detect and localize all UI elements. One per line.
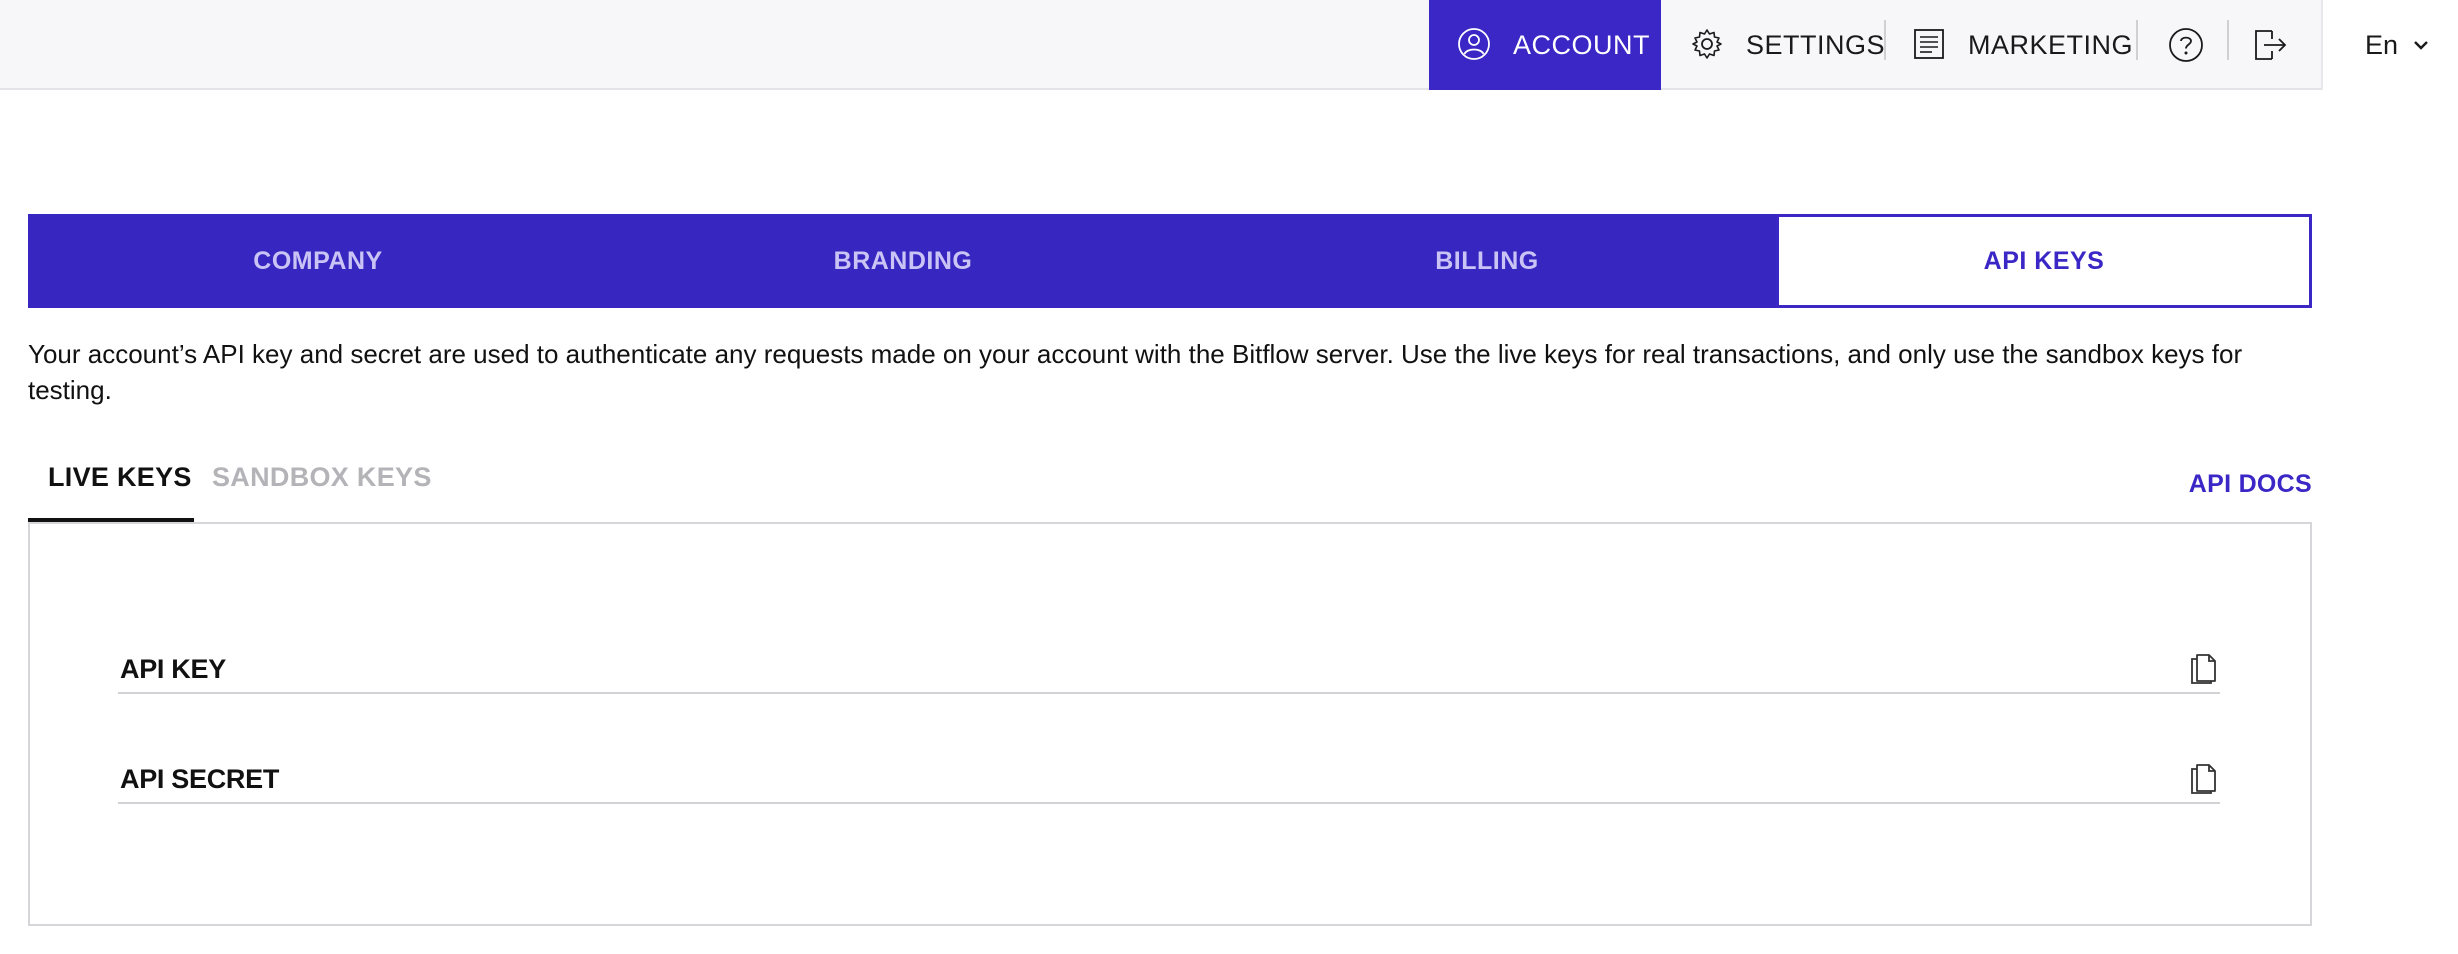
logout-button[interactable]	[2250, 0, 2290, 90]
nav-account-label: ACCOUNT	[1513, 29, 1650, 60]
api-secret-label: API SECRET	[120, 764, 280, 794]
copy-icon[interactable]	[2188, 760, 2220, 796]
nav-divider	[2227, 20, 2229, 60]
nav-divider	[2136, 20, 2138, 60]
tab-sandbox-keys[interactable]: SANDBOX KEYS	[212, 462, 432, 493]
nav-account[interactable]: ACCOUNT	[1429, 0, 1661, 90]
api-secret-row: API SECRET	[118, 744, 2220, 804]
api-keys-description: Your account’s API key and secret are us…	[28, 339, 2243, 405]
tab-api-keys[interactable]: API KEYS	[1776, 214, 2312, 308]
nav-divider	[1884, 20, 1886, 60]
gear-icon	[1690, 27, 1726, 63]
tab-billing[interactable]: BILLING	[1198, 214, 1776, 308]
help-icon	[2168, 27, 2204, 63]
language-selector[interactable]: En	[2321, 0, 2458, 90]
top-nav-bar: ACCOUNT SETTINGS MARKETING En	[0, 0, 2458, 90]
user-icon	[1457, 27, 1493, 63]
nav-marketing-label: MARKETING	[1968, 29, 2134, 60]
document-icon	[1912, 27, 1948, 63]
tab-live-keys[interactable]: LIVE KEYS	[28, 462, 194, 522]
tab-company[interactable]: COMPANY	[28, 214, 608, 308]
logout-icon	[2252, 27, 2288, 63]
chevron-down-icon	[2412, 36, 2430, 54]
section-tabs: COMPANY BRANDING BILLING API KEYS	[28, 214, 2312, 308]
tab-branding[interactable]: BRANDING	[608, 214, 1198, 308]
api-docs-link[interactable]: API DOCS	[2189, 470, 2312, 499]
keys-panel	[28, 522, 2312, 926]
nav-marketing[interactable]: MARKETING	[1912, 0, 2133, 90]
nav-settings-label: SETTINGS	[1746, 29, 1886, 60]
copy-icon[interactable]	[2188, 650, 2220, 686]
nav-settings[interactable]: SETTINGS	[1690, 0, 1885, 90]
api-key-label: API KEY	[120, 654, 226, 684]
language-label: En	[2365, 29, 2399, 60]
api-key-row: API KEY	[118, 634, 2220, 694]
help-button[interactable]	[2166, 0, 2206, 90]
